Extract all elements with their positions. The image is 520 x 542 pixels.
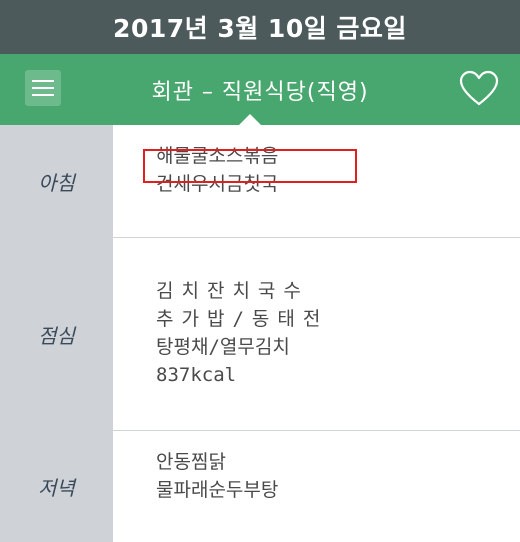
hamburger-menu-icon[interactable] <box>25 70 61 106</box>
meal-label-lunch: 점심 <box>0 238 113 430</box>
date-text: 2017년 3월 10일 금요일 <box>113 14 407 43</box>
menu-item: 김치잔치국수 <box>156 280 309 302</box>
meal-row-lunch: 점심 김치잔치국수 추가밥/동태전 탕평채/열무김치 837kcal <box>0 238 520 431</box>
meal-label-dinner: 저녁 <box>0 431 113 542</box>
meal-row-dinner: 저녁 안동찜닭 물파래순두부탕 <box>0 431 520 542</box>
menu-item: 물파래순두부탕 <box>156 479 279 501</box>
meal-items-dinner: 안동찜닭 물파래순두부탕 <box>156 448 278 504</box>
menu-item: 안동찜닭 <box>156 451 226 473</box>
heart-icon[interactable] <box>458 68 500 110</box>
menu-item: 837kcal <box>156 364 237 386</box>
menu-item: 추가밥/동태전 <box>156 308 329 330</box>
nav-pointer-arrow <box>239 114 261 125</box>
date-header: 2017년 3월 10일 금요일 <box>0 0 520 54</box>
menu-item: 탕평채/열무김치 <box>156 336 290 358</box>
highlight-box <box>143 149 357 183</box>
meal-label-breakfast: 아침 <box>0 125 113 237</box>
meal-table: 아침 해물굴소스볶음 건새우시금칫국 점심 김치잔치국수 추가밥/동태전 탕평채… <box>0 125 520 542</box>
meal-items-lunch: 김치잔치국수 추가밥/동태전 탕평채/열무김치 837kcal <box>156 277 328 389</box>
